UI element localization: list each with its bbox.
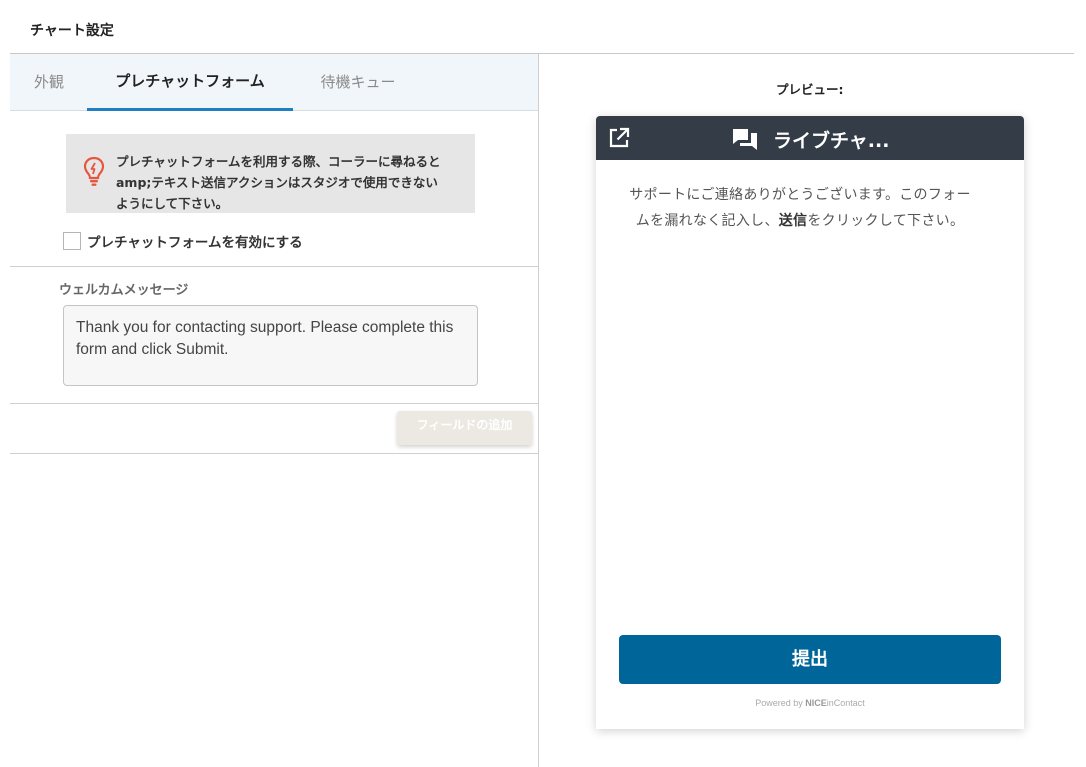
welcome-message-textarea[interactable]: Thank you for contacting support. Please… — [63, 305, 478, 386]
powered-by: Powered by NICEinContact — [596, 698, 1024, 708]
widget-header: ライブチャ... — [596, 116, 1024, 160]
tab-appearance[interactable]: 外観 — [32, 54, 66, 111]
chat-bubbles-icon — [733, 129, 757, 150]
welcome-message-label: ウェルカムメッセージ — [59, 283, 189, 298]
widget-message-bold: 送信 — [778, 213, 808, 229]
widget-welcome-message: サポートにご連絡ありがとうございます。このフォームを漏れなく記入し、送信をクリッ… — [624, 182, 976, 234]
popout-icon[interactable] — [608, 127, 630, 149]
submit-button[interactable]: 提出 — [619, 635, 1001, 684]
brand-logo-text: NICE — [805, 698, 827, 708]
enable-prechat-checkbox[interactable] — [63, 232, 81, 250]
enable-prechat-row: プレチャットフォームを有効にする — [63, 231, 303, 251]
hint-line-3: ようにして下さい。 — [116, 196, 229, 211]
section-divider — [10, 453, 538, 454]
chat-widget-preview: ライブチャ... サポートにご連絡ありがとうございます。このフォームを漏れなく記… — [596, 116, 1024, 729]
hint-line-2: amp;テキスト送信アクションはスタジオで使用できない — [116, 175, 438, 190]
widget-message-tail: をクリックして下さい。 — [807, 213, 965, 229]
tab-prechat-form[interactable]: プレチャットフォーム — [87, 54, 293, 111]
section-divider — [10, 266, 538, 267]
add-field-button[interactable]: フィールドの追加 — [397, 411, 532, 445]
tab-waiting-queue[interactable]: 待機キュー — [312, 54, 404, 111]
section-divider — [10, 403, 538, 404]
enable-prechat-label[interactable]: プレチャットフォームを有効にする — [87, 231, 303, 251]
tab-bar: 外観 プレチャットフォーム 待機キュー — [10, 54, 538, 111]
panel-divider — [538, 54, 539, 767]
hint-text: プレチャットフォームを利用する際、コーラーに尋ねると amp;テキスト送信アクシ… — [116, 151, 468, 214]
widget-title: ライブチャ... — [773, 130, 890, 152]
lightbulb-icon — [83, 156, 105, 186]
page-title: チャート設定 — [30, 23, 114, 39]
brand-suffix: inContact — [826, 698, 865, 708]
powered-by-text: Powered by — [755, 698, 803, 708]
preview-label: プレビュー: — [776, 82, 844, 97]
hint-box: プレチャットフォームを利用する際、コーラーに尋ねると amp;テキスト送信アクシ… — [66, 134, 475, 213]
hint-line-1: プレチャットフォームを利用する際、コーラーに尋ねると — [116, 154, 441, 169]
